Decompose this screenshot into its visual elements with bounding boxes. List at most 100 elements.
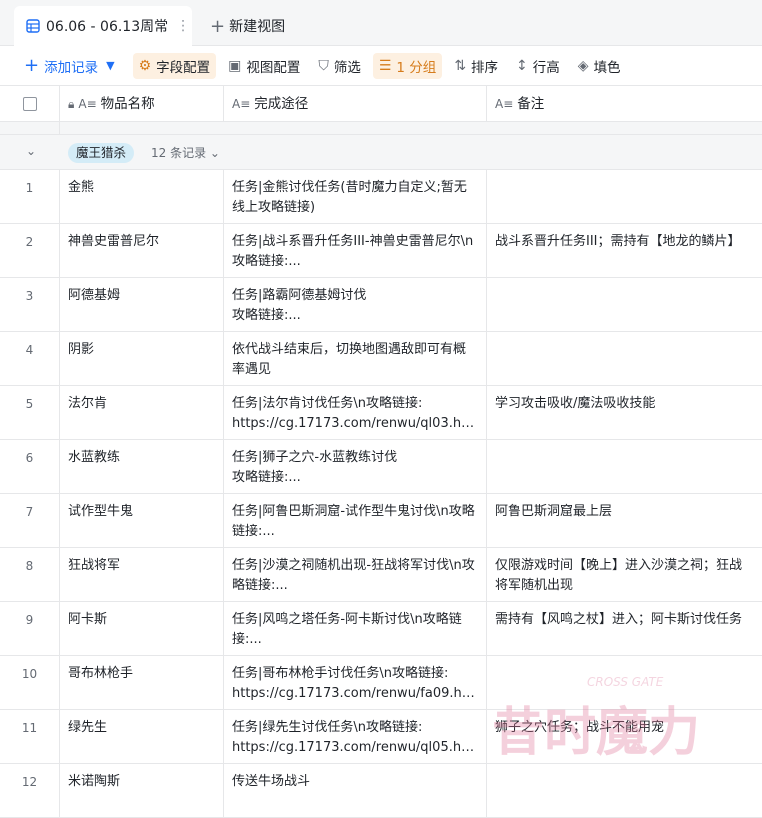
item-name-cell-text: 阿卡斯 bbox=[68, 612, 108, 627]
route-cell[interactable]: 任务|哥布林枪手讨伐任务\n攻略链接: https://cg.17173.com… bbox=[224, 656, 487, 709]
note-cell[interactable] bbox=[487, 332, 762, 385]
item-name-cell[interactable]: 哥布林枪手 bbox=[60, 656, 224, 709]
table-row[interactable]: 11 绿先生 任务|绿先生讨伐任务\n攻略链接: https://cg.17173.… bbox=[0, 710, 762, 764]
item-name-cell[interactable]: 阿卡斯 bbox=[60, 602, 224, 655]
field-config-button[interactable]: ⚙ 字段配置 bbox=[132, 52, 217, 79]
row-index-text: 8 bbox=[25, 559, 34, 573]
table-row[interactable]: 5 法尔肯 任务|法尔肯讨伐任务\n攻略链接: https://cg.17173.c… bbox=[0, 386, 762, 440]
row-index-text: 9 bbox=[25, 613, 34, 627]
group-record-count[interactable]: 12 条记录 ⌄ bbox=[151, 143, 220, 163]
add-record-button[interactable]: + 添加记录 ▼ bbox=[24, 53, 121, 79]
route-cell[interactable]: 任务|绿先生讨伐任务\n攻略链接: https://cg.17173.com/r… bbox=[224, 710, 487, 763]
row-index: 10 bbox=[0, 656, 60, 709]
select-all-checkbox[interactable] bbox=[22, 96, 37, 111]
table-row[interactable]: 1 金熊 任务|金熊讨伐任务(昔时魔力自定义;暂无线上攻略链接) bbox=[0, 170, 762, 224]
note-cell-text: 需持有【风鸣之杖】进入；阿卡斯讨伐任务 bbox=[495, 612, 743, 627]
add-record-label: 添加记录 bbox=[44, 59, 99, 76]
more-vertical-icon[interactable]: ⋮ bbox=[176, 18, 190, 34]
note-cell[interactable]: 战斗系晋升任务III；需持有【地龙的鳞片】 bbox=[487, 224, 762, 277]
item-name-cell-text: 法尔肯 bbox=[68, 396, 108, 411]
row-height-label: 行高 bbox=[532, 59, 560, 76]
route-cell-text: 任务|风鸣之塔任务-阿卡斯讨伐\n攻略链接:... bbox=[232, 612, 462, 647]
column-header-note[interactable]: A≡ 备注 bbox=[487, 86, 762, 121]
row-index-text: 3 bbox=[25, 289, 34, 303]
text-field-icon: A≡ bbox=[232, 96, 251, 111]
column-header-name-label: 物品名称 bbox=[100, 95, 155, 112]
route-cell-text: 传送牛场战斗 bbox=[232, 774, 311, 789]
item-name-cell-text: 哥布林枪手 bbox=[68, 666, 134, 681]
new-view-button[interactable]: + 新建视图 bbox=[210, 6, 285, 46]
plus-icon: + bbox=[24, 55, 40, 76]
group-header[interactable]: ⌄ 魔王猎杀 12 条记录 ⌄ bbox=[0, 135, 762, 170]
route-cell[interactable]: 任务|阿鲁巴斯洞窟-试作型牛鬼讨伐\n攻略链接:... bbox=[224, 494, 487, 547]
row-index: 12 bbox=[0, 764, 60, 817]
note-cell[interactable] bbox=[487, 440, 762, 493]
route-cell[interactable]: 任务|狮子之穴-水蓝教练讨伐 攻略链接:... bbox=[224, 440, 487, 493]
table-row[interactable]: 8 狂战将军 任务|沙漠之祠随机出现-狂战将军讨伐\n攻略链接:... 仅限游戏时间【… bbox=[0, 548, 762, 602]
item-name-cell[interactable]: 阿德基姆 bbox=[60, 278, 224, 331]
row-index: 6 bbox=[0, 440, 60, 493]
item-name-cell[interactable]: 阴影 bbox=[60, 332, 224, 385]
row-height-icon: ↕ bbox=[516, 57, 528, 74]
tab-active-view[interactable]: 06.06 - 06.13周常 ⋮ bbox=[14, 6, 192, 46]
note-cell[interactable] bbox=[487, 656, 762, 709]
table-row[interactable]: 4 阴影 依代战斗结束后，切换地图遇敌即可有概率遇见 bbox=[0, 332, 762, 386]
item-name-cell[interactable]: 米诺陶斯 bbox=[60, 764, 224, 817]
filter-label: 筛选 bbox=[333, 59, 361, 76]
column-header-name[interactable]: 🔒︎ A≡ 物品名称 bbox=[60, 86, 224, 121]
view-config-button[interactable]: ▣ 视图配置 bbox=[222, 53, 306, 79]
route-cell-text: 任务|法尔肯讨伐任务\n攻略链接: https://cg.17173.com/r… bbox=[232, 396, 467, 431]
note-cell[interactable] bbox=[487, 764, 762, 817]
note-cell[interactable] bbox=[487, 278, 762, 331]
route-cell-text: 任务|战斗系晋升任务III-神兽史雷普尼尔\n攻略链接:... bbox=[232, 234, 474, 269]
item-name-cell[interactable]: 狂战将军 bbox=[60, 548, 224, 601]
note-cell[interactable]: 阿鲁巴斯洞窟最上层 bbox=[487, 494, 762, 547]
row-index-text: 5 bbox=[25, 397, 34, 411]
note-cell[interactable]: 狮子之穴任务；战斗不能用宠 bbox=[487, 710, 762, 763]
table-row[interactable]: 6 水蓝教练 任务|狮子之穴-水蓝教练讨伐 攻略链接:... bbox=[0, 440, 762, 494]
row-index-text: 6 bbox=[25, 451, 34, 465]
chevron-down-icon[interactable]: ▼ bbox=[106, 59, 114, 72]
route-cell[interactable]: 任务|法尔肯讨伐任务\n攻略链接: https://cg.17173.com/r… bbox=[224, 386, 487, 439]
table-row[interactable]: 2 神兽史雷普尼尔 任务|战斗系晋升任务III-神兽史雷普尼尔\n攻略链接:... 战… bbox=[0, 224, 762, 278]
route-cell[interactable]: 任务|沙漠之祠随机出现-狂战将军讨伐\n攻略链接:... bbox=[224, 548, 487, 601]
route-cell[interactable]: 任务|战斗系晋升任务III-神兽史雷普尼尔\n攻略链接:... bbox=[224, 224, 487, 277]
table-row[interactable]: 9 阿卡斯 任务|风鸣之塔任务-阿卡斯讨伐\n攻略链接:... 需持有【风鸣之杖】进入… bbox=[0, 602, 762, 656]
chevron-down-icon[interactable]: ⌄ bbox=[26, 144, 36, 158]
item-name-cell[interactable]: 水蓝教练 bbox=[60, 440, 224, 493]
table-row[interactable]: 12 米诺陶斯 传送牛场战斗 bbox=[0, 764, 762, 818]
route-cell[interactable]: 传送牛场战斗 bbox=[224, 764, 487, 817]
note-cell-text: 狮子之穴任务；战斗不能用宠 bbox=[495, 720, 665, 735]
group-label: 1 分组 bbox=[396, 59, 437, 76]
table-row[interactable]: 10 哥布林枪手 任务|哥布林枪手讨伐任务\n攻略链接: https://cg.17… bbox=[0, 656, 762, 710]
select-all-cell bbox=[0, 86, 60, 121]
row-index: 8 bbox=[0, 548, 60, 601]
note-cell[interactable]: 仅限游戏时间【晚上】进入沙漠之祠；狂战将军随机出现 bbox=[487, 548, 762, 601]
table-row[interactable]: 7 试作型牛鬼 任务|阿鲁巴斯洞窟-试作型牛鬼讨伐\n攻略链接:... 阿鲁巴斯洞窟最… bbox=[0, 494, 762, 548]
item-name-cell[interactable]: 金熊 bbox=[60, 170, 224, 223]
new-view-label: 新建视图 bbox=[229, 19, 286, 35]
note-cell[interactable] bbox=[487, 170, 762, 223]
row-height-button[interactable]: ↕ 行高 bbox=[510, 53, 566, 79]
sort-button[interactable]: ⇅ 排序 bbox=[448, 53, 504, 79]
column-header-route[interactable]: A≡ 完成途径 bbox=[224, 86, 487, 121]
filter-button[interactable]: ⛉ 筛选 bbox=[312, 53, 367, 79]
row-index: 11 bbox=[0, 710, 60, 763]
sort-icon: ⇅ bbox=[454, 57, 467, 74]
item-name-cell[interactable]: 绿先生 bbox=[60, 710, 224, 763]
item-name-cell[interactable]: 试作型牛鬼 bbox=[60, 494, 224, 547]
column-header-route-label: 完成途径 bbox=[254, 95, 309, 112]
item-name-cell[interactable]: 神兽史雷普尼尔 bbox=[60, 224, 224, 277]
table-row[interactable]: 3 阿德基姆 任务|路霸阿德基姆讨伐 攻略链接:... bbox=[0, 278, 762, 332]
route-cell[interactable]: 任务|金熊讨伐任务(昔时魔力自定义;暂无线上攻略链接) bbox=[224, 170, 487, 223]
route-cell[interactable]: 依代战斗结束后，切换地图遇敌即可有概率遇见 bbox=[224, 332, 487, 385]
fill-color-button[interactable]: ◈ 填色 bbox=[572, 53, 627, 79]
item-name-cell[interactable]: 法尔肯 bbox=[60, 386, 224, 439]
note-cell[interactable]: 需持有【风鸣之杖】进入；阿卡斯讨伐任务 bbox=[487, 602, 762, 655]
route-cell[interactable]: 任务|风鸣之塔任务-阿卡斯讨伐\n攻略链接:... bbox=[224, 602, 487, 655]
group-button[interactable]: ☰ 1 分组 bbox=[372, 52, 443, 79]
note-cell[interactable]: 学习攻击吸收/魔法吸收技能 bbox=[487, 386, 762, 439]
text-field-icon: A≡ bbox=[78, 96, 97, 111]
item-name-cell-text: 阿德基姆 bbox=[68, 288, 121, 303]
route-cell[interactable]: 任务|路霸阿德基姆讨伐 攻略链接:... bbox=[224, 278, 487, 331]
